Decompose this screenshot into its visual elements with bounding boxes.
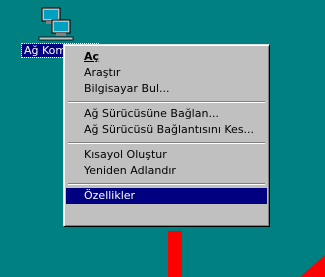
menu-item-disconnect-network-drive[interactable]: Ağ Sürücüsü Bağlantısını Kes... (66, 122, 267, 138)
menu-item-properties[interactable]: Özellikler (66, 188, 267, 204)
menu-item-rename[interactable]: Yeniden Adlandır (66, 163, 267, 179)
menu-item-find-computer[interactable]: Bilgisayar Bul... (66, 81, 267, 97)
menu-item-search[interactable]: Araştır (66, 65, 267, 81)
annotation-arrow-head (300, 255, 325, 277)
menu-item-open[interactable]: Aç (66, 49, 267, 65)
menu-item-create-shortcut[interactable]: Kısayol Oluştur (66, 147, 267, 163)
menu-separator (68, 142, 265, 144)
menu-separator (68, 183, 265, 185)
annotation-arrow-shaft (168, 231, 182, 277)
context-menu: Aç Araştır Bilgisayar Bul... Ağ Sürücüsü… (63, 44, 270, 227)
menu-separator (68, 101, 265, 103)
menu-item-label: Aç (84, 50, 100, 63)
menu-item-map-network-drive[interactable]: Ağ Sürücüsüne Bağlan... (66, 106, 267, 122)
network-neighborhood-icon (38, 6, 74, 42)
